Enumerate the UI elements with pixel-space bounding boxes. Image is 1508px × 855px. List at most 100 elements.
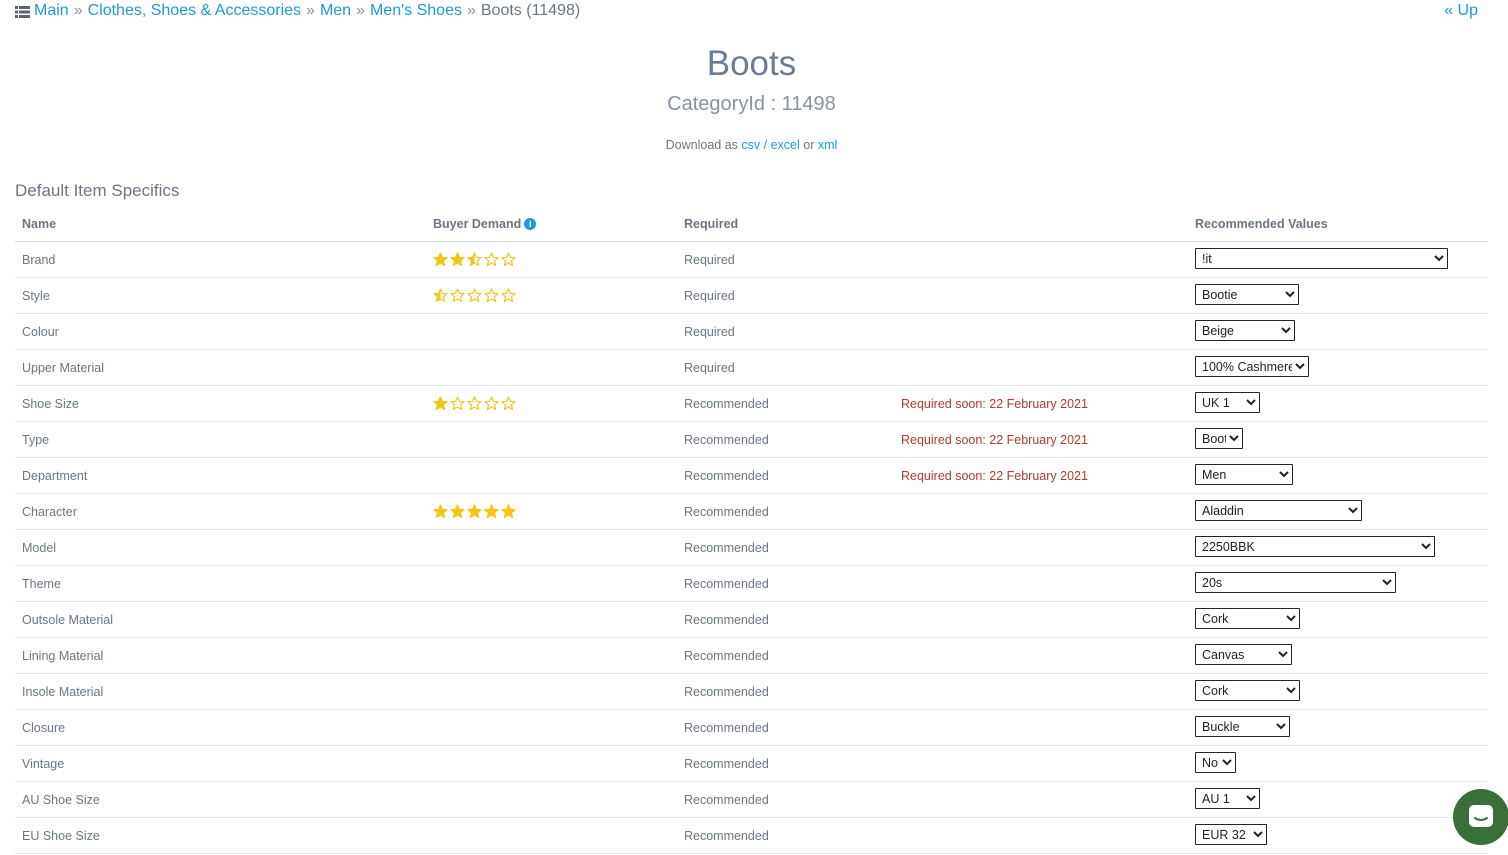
- row-buyer-demand: [426, 385, 677, 422]
- row-required-soon-note: [894, 565, 1188, 602]
- row-buyer-demand: [426, 637, 677, 674]
- recommended-values-select[interactable]: 2250BBK: [1195, 536, 1435, 557]
- row-required-soon-note: [894, 313, 1188, 350]
- row-name: Insole Material: [15, 673, 426, 710]
- table-row: Type Recommended Required soon: 22 Februar…: [15, 421, 1488, 458]
- row-recommended-values: AU 1: [1188, 781, 1488, 818]
- row-required-soon-note: [894, 277, 1188, 314]
- row-name: AU Shoe Size: [15, 781, 426, 818]
- download-slash: /: [763, 138, 768, 152]
- recommended-values-select[interactable]: Boot: [1195, 428, 1243, 449]
- breadcrumb-link[interactable]: Clothes, Shoes & Accessories: [88, 2, 301, 19]
- row-name: EU Shoe Size: [15, 817, 426, 854]
- recommended-values-select[interactable]: Cork: [1195, 608, 1300, 629]
- recommended-values-select[interactable]: Men: [1195, 464, 1293, 485]
- row-required: Required: [677, 313, 894, 350]
- star-filled-icon: [433, 504, 448, 518]
- row-required: Recommended: [677, 493, 894, 530]
- row-recommended-values: Men: [1188, 457, 1488, 494]
- star-rating: [433, 288, 670, 303]
- row-name: Type: [15, 421, 426, 458]
- header-buyer-demand-label: Buyer Demand: [433, 217, 522, 231]
- row-name: Vintage: [15, 745, 426, 782]
- star-filled-icon: [501, 504, 516, 518]
- download-csv-link[interactable]: csv: [741, 138, 760, 152]
- row-buyer-demand: [426, 781, 677, 818]
- header-name: Name: [15, 207, 426, 242]
- header-buyer-demand: Buyer Demand i: [426, 207, 677, 242]
- row-buyer-demand: [426, 241, 677, 278]
- row-buyer-demand: [426, 529, 677, 566]
- row-required: Recommended: [677, 529, 894, 566]
- recommended-values-select[interactable]: Buckle: [1195, 716, 1290, 737]
- table-row: Department Recommended Required soon: 22 F…: [15, 457, 1488, 494]
- recommended-values-select[interactable]: 100% Cashmere: [1195, 356, 1309, 377]
- star-empty-icon: [484, 288, 499, 302]
- info-icon[interactable]: i: [524, 218, 537, 230]
- chat-launcher-button[interactable]: [1453, 789, 1508, 845]
- recommended-values-select[interactable]: UK 1: [1195, 392, 1260, 413]
- star-filled-icon: [484, 504, 499, 518]
- recommended-values-select[interactable]: Aladdin: [1195, 500, 1362, 521]
- breadcrumb-link[interactable]: Main: [34, 2, 69, 19]
- row-recommended-values: 100% Cashmere: [1188, 349, 1488, 386]
- recommended-values-select[interactable]: 20s: [1195, 572, 1396, 593]
- recommended-values-select[interactable]: Beige: [1195, 320, 1295, 341]
- breadcrumb-separator: »: [306, 2, 315, 19]
- row-recommended-values: !it: [1188, 241, 1488, 278]
- row-name: Style: [15, 277, 426, 314]
- download-prefix: Download as: [665, 138, 738, 152]
- download-or: or: [803, 138, 815, 152]
- star-empty-icon: [450, 396, 465, 410]
- table-row: Theme Recommended 20s: [15, 565, 1488, 602]
- table-row: Upper Material Required 100% Cashmere: [15, 349, 1488, 386]
- star-rating: [433, 396, 670, 411]
- table-row: EU Shoe Size Recommended EUR 32: [15, 817, 1488, 854]
- star-empty-icon: [501, 288, 516, 302]
- recommended-values-select[interactable]: AU 1: [1195, 788, 1260, 809]
- row-required-soon-note: [894, 493, 1188, 530]
- recommended-values-select[interactable]: Bootie: [1195, 284, 1299, 305]
- row-recommended-values: Bootie: [1188, 277, 1488, 314]
- star-empty-icon: [467, 288, 482, 302]
- list-icon: [15, 6, 30, 18]
- table-row: Insole Material Recommended Cork: [15, 673, 1488, 710]
- row-name: Colour: [15, 313, 426, 350]
- download-excel-link[interactable]: excel: [771, 138, 800, 152]
- row-required-soon-note: Required soon: 22 February 2021: [894, 385, 1188, 422]
- breadcrumb-separator: »: [73, 2, 83, 19]
- row-name: Theme: [15, 565, 426, 602]
- row-required-soon-note: [894, 745, 1188, 782]
- recommended-values-select[interactable]: EUR 32: [1195, 824, 1267, 845]
- row-required: Recommended: [677, 637, 894, 674]
- star-empty-icon: [484, 252, 499, 266]
- recommended-values-select[interactable]: No: [1195, 752, 1236, 773]
- breadcrumb-link[interactable]: Men's Shoes: [370, 2, 462, 19]
- row-buyer-demand: [426, 601, 677, 638]
- row-recommended-values: No: [1188, 745, 1488, 782]
- table-row: Colour Required Beige: [15, 313, 1488, 350]
- row-required-soon-note: Required soon: 22 February 2021: [894, 421, 1188, 458]
- star-filled-icon: [433, 252, 448, 266]
- recommended-values-select[interactable]: Cork: [1195, 680, 1300, 701]
- breadcrumb-current: Boots (11498): [480, 2, 581, 19]
- row-required-soon-note: [894, 709, 1188, 746]
- breadcrumb-link[interactable]: Men: [320, 2, 351, 19]
- row-required: Recommended: [677, 709, 894, 746]
- download-xml-link[interactable]: xml: [818, 138, 837, 152]
- row-buyer-demand: [426, 349, 677, 386]
- up-link[interactable]: « Up: [1444, 2, 1478, 20]
- breadcrumb-separator: »: [466, 2, 476, 19]
- row-recommended-values: Cork: [1188, 601, 1488, 638]
- header-required: Required: [677, 207, 894, 242]
- recommended-values-select[interactable]: !it: [1195, 248, 1448, 269]
- recommended-values-select[interactable]: Canvas: [1195, 644, 1292, 665]
- breadcrumb: Main» Clothes, Shoes & Accessories» Men» Me…: [15, 2, 580, 20]
- row-required-soon-note: [894, 781, 1188, 818]
- row-required: Required: [677, 241, 894, 278]
- table-header-row: Name Buyer Demand i Required Recommended …: [15, 207, 1488, 242]
- category-id: CategoryId : 11498: [667, 93, 836, 115]
- row-name: Closure: [15, 709, 426, 746]
- page-title: Boots: [706, 44, 797, 83]
- row-required-soon-note: Required soon: 22 February 2021: [894, 457, 1188, 494]
